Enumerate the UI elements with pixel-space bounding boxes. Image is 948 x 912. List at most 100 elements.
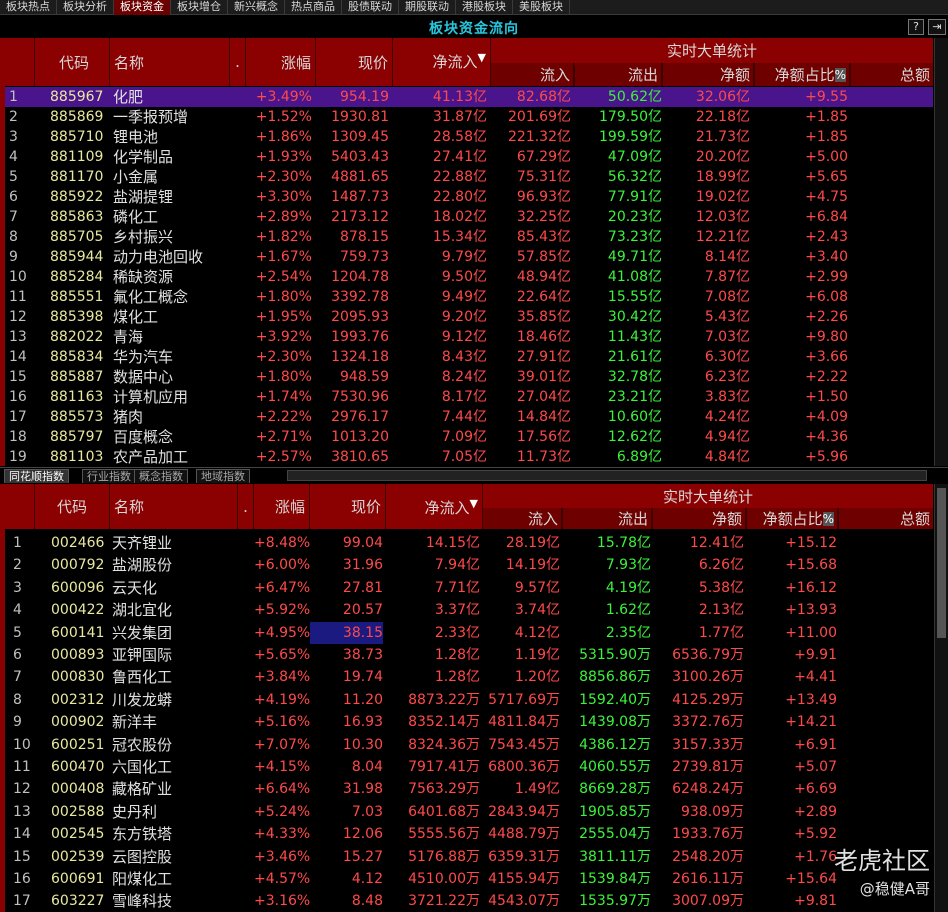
stock-row[interactable]: 7 000830 鲁西化工 +3.84% 19.74 1.28亿 1.20亿 8856.86万… [5,666,933,688]
top-tab[interactable]: 板块热点 [0,0,57,15]
header-total-lower[interactable]: 总额 [839,508,933,529]
header-inflow[interactable]: 流入 [491,63,575,86]
header-change-lower[interactable]: 涨幅 [254,484,310,529]
top-tab[interactable]: 板块增仓 [171,0,228,15]
sector-row[interactable]: 18 885797 百度概念 +2.71% 1013.20 7.09亿 17.56亿 12.6… [5,427,933,447]
stock-row[interactable]: 5 600141 兴发集团 +4.95% 38.15 2.33亿 4.12亿 2.35亿 1.7… [5,621,933,644]
header-net-ratio[interactable]: 净额占比% [755,63,851,86]
header-net-lower[interactable]: 净额 [653,508,747,529]
sector-row[interactable]: 11 885551 氟化工概念 +1.80% 3392.78 9.49亿 22.64亿 15.… [5,287,933,307]
stock-row[interactable]: 10 600251 冠农股份 +7.07% 10.30 8324.36万 7543.45万 4… [5,734,933,756]
sector-row[interactable]: 2 885869 一季报预增 +1.52% 1930.81 31.87亿 201.69亿 17… [5,107,933,127]
stock-row[interactable]: 14 002545 东方铁塔 +4.33% 12.06 5555.56万 4488.79万 2… [5,823,933,845]
row-price: 31.98 [342,781,383,798]
top-tab[interactable]: 期股联动 [399,0,456,15]
sector-row[interactable]: 12 885398 煤化工 +1.95% 2095.93 9.20亿 35.85亿 30.42… [5,307,933,327]
row-net-ratio: +5.07 [794,759,837,775]
header-net-ratio-lower[interactable]: 净额占比% [747,508,839,529]
row-net: 6.30亿 [704,349,750,365]
sector-row[interactable]: 3 885710 锂电池 +1.86% 1309.45 28.58亿 221.32亿 199.… [5,127,933,147]
sector-scrollbar[interactable] [934,38,948,466]
stock-row[interactable]: 15 002539 云图控股 +3.46% 15.27 5176.88万 6359.31万 3… [5,846,933,868]
header-code[interactable]: 代码 [35,38,110,86]
sector-row[interactable]: 10 885284 稀缺资源 +2.54% 1204.78 9.50亿 48.94亿 41.0… [5,267,933,287]
row-net-ratio: +4.41 [794,669,837,686]
stock-row[interactable]: 8 002312 川发龙蟒 +4.19% 11.20 8873.22万 5717.69万 15… [5,689,933,711]
row-net-inflow: 9.49亿 [441,289,487,305]
row-price: 31.96 [342,557,383,574]
stock-scrollbar[interactable] [934,484,948,912]
index-tab[interactable]: 概念指数 [134,469,188,483]
row-inflow: 6800.36万 [488,759,560,775]
sector-row[interactable]: 15 885887 数据中心 +1.80% 948.59 8.24亿 39.01亿 32.78… [5,367,933,387]
sector-row[interactable]: 16 881163 计算机应用 +1.74% 7530.96 8.17亿 27.04亿 23.… [5,387,933,407]
sector-row[interactable]: 7 885863 磷化工 +2.89% 2173.12 18.02亿 32.25亿 20.23… [5,207,933,227]
header-net-inflow-lower[interactable]: 净流入 ▼ [386,484,483,529]
top-tab[interactable]: 板块资金 [114,0,171,15]
index-tab[interactable]: 地域指数 [196,469,250,483]
header-net[interactable]: 净额 [663,63,755,86]
top-tab[interactable]: 美股板块 [513,0,570,15]
stock-row[interactable]: 1 002466 天齐锂业 +8.48% 99.04 14.15亿 28.19亿 15.78亿… [5,532,933,554]
index-tab[interactable]: 同花顺指数 [4,469,69,483]
row-net-inflow: 22.80亿 [432,189,487,205]
top-tab[interactable]: 股债联动 [342,0,399,15]
header-outflow[interactable]: 流出 [575,63,663,86]
header-outflow-lower[interactable]: 流出 [563,508,653,529]
exit-icon[interactable]: ⇥ [928,19,946,35]
stock-scroll-thumb[interactable] [937,488,946,638]
stock-row[interactable]: 6 000893 亚钾国际 +5.65% 38.73 1.28亿 1.19亿 5315.90万… [5,644,933,666]
header-total[interactable]: 总额 [851,63,933,86]
help-button[interactable]: ? [908,19,924,35]
stock-row[interactable]: 3 600096 云天化 +6.47% 27.81 7.71亿 9.57亿 4.19亿 5.38… [5,577,933,599]
sector-row[interactable]: 1 885967 化肥 +3.49% 954.19 41.13亿 82.68亿 50.62亿 3… [5,87,933,107]
row-price: 7.03 [351,803,383,820]
row-code: 000422 [51,602,105,619]
header-change[interactable]: 涨幅 [246,38,316,86]
sector-row[interactable]: 14 885834 华为汽车 +2.30% 1324.18 8.43亿 27.91亿 21.6… [5,347,933,367]
row-index: 7 [13,669,22,686]
row-code: 885284 [50,269,104,285]
row-name: 云天化 [112,578,158,597]
row-code: 603227 [51,893,105,910]
stock-row[interactable]: 9 000902 新洋丰 +5.16% 16.93 8352.14万 4811.84万 143… [5,711,933,733]
header-name[interactable]: 名称 [110,38,230,86]
stock-row[interactable]: 16 600691 阳煤化工 +4.57% 4.12 4510.00万 4155.94万 15… [5,868,933,890]
index-tab[interactable]: 行业指数 [82,469,136,483]
header-price-lower[interactable]: 现价 [310,484,386,529]
stock-row[interactable]: 11 600470 六国化工 +4.15% 8.04 7917.41万 6800.36万 40… [5,756,933,778]
sector-row[interactable]: 13 882022 青海 +3.92% 1993.76 9.12亿 18.46亿 11.43亿… [5,327,933,347]
top-tab[interactable]: 新兴概念 [228,0,285,15]
row-index: 11 [9,289,27,305]
sector-row[interactable]: 19 881103 农产品加工 +2.57% 3810.65 7.05亿 11.73亿 6.8… [5,447,933,466]
row-name: 青海 [113,328,144,346]
header-code-lower[interactable]: 代码 [35,484,110,529]
row-price: 759.73 [340,249,389,265]
stock-row[interactable]: 2 000792 盐湖股份 +6.00% 31.96 7.94亿 14.19亿 7.93亿 6.… [5,554,933,576]
stock-row[interactable]: 17 603227 雪峰科技 +3.16% 8.48 3721.22万 4543.07万 15… [5,890,933,912]
header-net-inflow[interactable]: 净流入 ▼ [393,38,491,86]
row-net-ratio: +1.50 [805,389,848,405]
row-inflow: 32.25亿 [516,209,571,225]
horizontal-scrollbar[interactable] [287,470,927,481]
header-price[interactable]: 现价 [316,38,393,86]
row-index: 17 [13,893,31,910]
stock-row[interactable]: 12 000408 藏格矿业 +6.64% 31.98 7563.29万 1.49亿 8669… [5,778,933,800]
stock-row[interactable]: 4 000422 湖北宜化 +5.92% 20.57 3.37亿 3.74亿 1.62亿 2.1… [5,599,933,621]
header-name-lower[interactable]: 名称 [110,484,238,529]
header-inflow-lower[interactable]: 流入 [483,508,563,529]
sector-row[interactable]: 5 881170 小金属 +2.30% 4881.65 22.88亿 75.31亿 56.32… [5,167,933,187]
top-tab[interactable]: 热点商品 [285,0,342,15]
sector-row[interactable]: 4 881109 化学制品 +1.93% 5403.43 27.41亿 67.29亿 47.0… [5,147,933,167]
row-net-inflow: 8352.14万 [408,714,480,731]
top-tab[interactable]: 板块分析 [57,0,114,15]
row-net-inflow: 6401.68万 [408,803,480,820]
row-net-ratio: +4.09 [805,409,848,425]
row-net: 8.14亿 [704,249,750,265]
sector-row[interactable]: 6 885922 盐湖提锂 +3.30% 1487.73 22.80亿 96.93亿 77.9… [5,187,933,207]
sector-row[interactable]: 17 885573 猪肉 +2.22% 2976.17 7.44亿 14.84亿 10.60亿… [5,407,933,427]
sector-row[interactable]: 9 885944 动力电池回收 +1.67% 759.73 9.79亿 57.85亿 49.7… [5,247,933,267]
top-tab[interactable]: 港股板块 [456,0,513,15]
stock-row[interactable]: 13 002588 史丹利 +5.24% 7.03 6401.68万 2843.94万 190… [5,801,933,823]
sector-row[interactable]: 8 885705 乡村振兴 +1.82% 878.15 15.34亿 85.43亿 73.23… [5,227,933,247]
